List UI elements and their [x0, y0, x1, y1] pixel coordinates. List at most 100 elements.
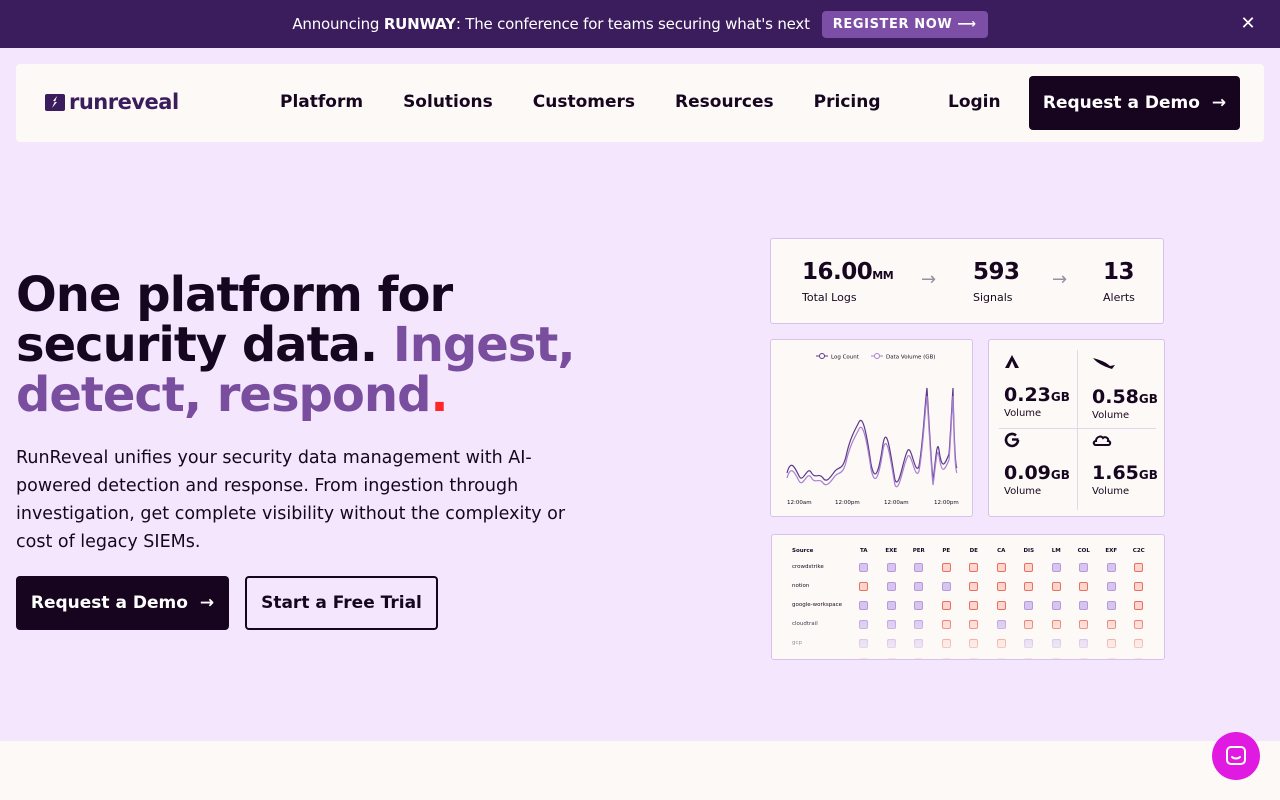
- logo-text: runreveal: [69, 90, 179, 114]
- matrix-cell: [1015, 557, 1043, 576]
- chat-launcher-button[interactable]: [1212, 732, 1260, 780]
- volume-cell-google: 0.09GB Volume: [1004, 418, 1082, 497]
- next-section: [0, 741, 1280, 800]
- column-header: PE: [942, 548, 951, 554]
- chart-svg: Log Count Data Volume (GB) 12:00am 12:00…: [786, 353, 959, 506]
- arrow-right-icon: →: [1052, 269, 1068, 290]
- svg-text:Data Volume (GB): Data Volume (GB): [886, 355, 935, 361]
- table-row: notion: [792, 576, 1153, 595]
- nav-link-pricing[interactable]: Pricing: [814, 92, 881, 112]
- detection-hit-marker: [1134, 601, 1144, 610]
- column-header: DE: [969, 548, 978, 554]
- matrix-cell: [850, 557, 878, 576]
- detection-hit-marker: [996, 563, 1006, 572]
- x-tick-1: 12:00am: [787, 500, 812, 506]
- column-header: LM: [1051, 548, 1061, 554]
- detection-marker: [886, 601, 896, 610]
- detection-marker: [1106, 563, 1116, 572]
- detection-hit-marker: [969, 601, 979, 610]
- column-header: PER: [912, 548, 925, 554]
- matrix-cell: [905, 595, 933, 614]
- x-tick-3: 12:00am: [884, 500, 909, 506]
- detection-hit-marker: [969, 582, 979, 591]
- detection-hit-marker: [941, 601, 951, 610]
- nav-demo-label: Request a Demo: [1042, 93, 1200, 113]
- legend-log-count: Log Count: [816, 353, 860, 361]
- matrix-cell: [988, 576, 1016, 595]
- hero-request-demo-button[interactable]: Request a Demo →: [16, 576, 229, 630]
- table-row: crowdstrike: [792, 557, 1153, 576]
- table-row: google-workspace: [792, 595, 1153, 614]
- detection-marker: [914, 582, 924, 591]
- volume-cell-atlassian: 0.23GB Volume: [1004, 340, 1082, 419]
- crowdstrike-icon: [1093, 358, 1115, 369]
- column-header: TA: [859, 548, 868, 554]
- x-tick-4: 12:00pm: [934, 500, 959, 506]
- detection-hit-marker: [1024, 563, 1034, 572]
- matrix-cell: [1043, 576, 1071, 595]
- matrix-cell: [1125, 576, 1153, 595]
- volume-cell-crowdstrike: 0.58GB Volume: [1092, 342, 1170, 421]
- announcement-bar: Announcing RUNWAY: The conference for te…: [0, 0, 1280, 48]
- nav-request-demo-button[interactable]: Request a Demo →: [1029, 76, 1240, 130]
- matrix-cell: [988, 557, 1016, 576]
- stats-card: 16.00MM Total Logs → 593 Signals → 13 Al…: [770, 238, 1164, 324]
- x-tick-2: 12:00pm: [835, 500, 860, 506]
- announcement-brand: RUNWAY: [383, 15, 456, 33]
- detection-hit-marker: [859, 582, 869, 591]
- start-free-trial-button[interactable]: Start a Free Trial: [245, 576, 438, 630]
- detection-marker: [914, 563, 924, 572]
- row-source-label: crowdstrike: [792, 563, 824, 570]
- matrix-cell: [878, 576, 906, 595]
- detection-marker: [914, 601, 924, 610]
- nav-link-platform[interactable]: Platform: [280, 92, 363, 112]
- matrix-cell: [933, 576, 961, 595]
- detection-hit-marker: [969, 563, 979, 572]
- detection-hit-marker: [1134, 582, 1144, 591]
- detection-marker: [886, 563, 896, 572]
- matrix-cell: [850, 595, 878, 614]
- source-volume-card: 0.23GB Volume 0.58GB Volume 0.09GB Volum…: [988, 339, 1165, 517]
- stat-signals: 593 Signals: [973, 259, 1020, 304]
- chat-icon: [1226, 746, 1246, 765]
- matrix-cell: [1070, 557, 1098, 576]
- nav-link-solutions[interactable]: Solutions: [403, 92, 493, 112]
- hero-title-dot: .: [430, 367, 448, 423]
- matrix-cell: [1098, 576, 1126, 595]
- atlassian-icon: [1005, 355, 1019, 368]
- detection-marker: [1051, 563, 1061, 572]
- nav-link-customers[interactable]: Customers: [533, 92, 635, 112]
- column-header: DIS: [1023, 548, 1035, 554]
- detection-hit-marker: [1079, 582, 1089, 591]
- detection-marker: [1051, 601, 1061, 610]
- column-header: EXF: [1105, 548, 1118, 554]
- logo[interactable]: runreveal: [44, 90, 179, 114]
- matrix-cell: [878, 595, 906, 614]
- cloudflare-icon: [1092, 435, 1112, 446]
- register-now-button[interactable]: REGISTER NOW ⟶: [821, 10, 988, 38]
- hero-demo-label: Request a Demo: [30, 593, 188, 613]
- detection-marker: [886, 582, 896, 591]
- hero-title: One platform for security data. Ingest, …: [16, 267, 576, 423]
- svg-text:Log Count: Log Count: [831, 355, 860, 361]
- matrix-cell: [1070, 595, 1098, 614]
- login-link[interactable]: Login: [948, 92, 1001, 112]
- detection-marker: [1106, 601, 1116, 610]
- matrix-cell: [1043, 595, 1071, 614]
- nav-links: Platform Solutions Customers Resources P…: [280, 92, 921, 112]
- stat-total-logs: 16.00MM Total Logs: [802, 259, 894, 304]
- nav-link-resources[interactable]: Resources: [675, 92, 774, 112]
- column-header: EXE: [885, 548, 898, 554]
- matrix-cell: [1098, 595, 1126, 614]
- detection-hit-marker: [1024, 582, 1034, 591]
- close-icon[interactable]: ✕: [1238, 14, 1258, 34]
- matrix-cell: [1125, 595, 1153, 614]
- matrix-cell: [960, 576, 988, 595]
- main-nav: runreveal Platform Solutions Customers R…: [16, 64, 1264, 142]
- matrix-cell: [878, 557, 906, 576]
- detection-marker: [859, 563, 869, 572]
- volume-cell-cloudflare: 1.65GB Volume: [1092, 418, 1170, 497]
- detection-marker: [1079, 563, 1089, 572]
- google-icon: [1004, 432, 1020, 448]
- detection-marker: [1024, 601, 1034, 610]
